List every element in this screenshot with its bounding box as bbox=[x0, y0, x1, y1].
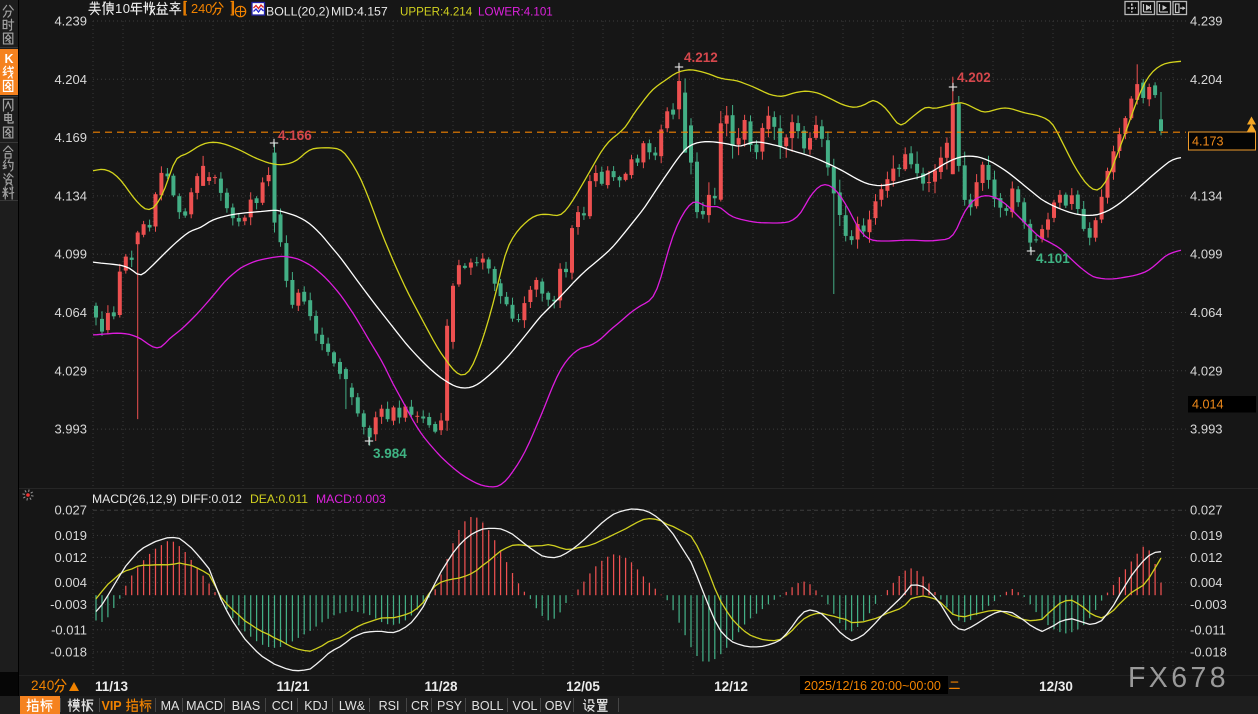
svg-text:RSI: RSI bbox=[379, 699, 400, 713]
svg-text:0.019: 0.019 bbox=[54, 528, 87, 543]
svg-text:4.173: 4.173 bbox=[1192, 135, 1224, 149]
svg-text:3.993: 3.993 bbox=[1190, 422, 1223, 437]
svg-text:0: 0 bbox=[123, 1, 130, 16]
svg-text:0.019: 0.019 bbox=[1190, 528, 1223, 543]
svg-text:0.012: 0.012 bbox=[1190, 550, 1223, 565]
svg-text:VIP: VIP bbox=[102, 699, 122, 713]
svg-text:KDJ: KDJ bbox=[304, 699, 328, 713]
svg-text:BIAS: BIAS bbox=[232, 699, 261, 713]
svg-text:4.101: 4.101 bbox=[1036, 251, 1070, 266]
svg-text:4.014: 4.014 bbox=[1192, 398, 1224, 412]
svg-text:4.204: 4.204 bbox=[1190, 72, 1223, 87]
svg-text:12/12: 12/12 bbox=[714, 679, 748, 694]
svg-text:VOL: VOL bbox=[512, 699, 537, 713]
svg-text:11/21: 11/21 bbox=[276, 679, 310, 694]
svg-text:4.169: 4.169 bbox=[54, 130, 87, 145]
svg-text:LW&: LW& bbox=[339, 699, 366, 713]
svg-text:MACD: MACD bbox=[186, 699, 223, 713]
svg-text:4.064: 4.064 bbox=[1190, 305, 1223, 320]
svg-text:3.984: 3.984 bbox=[373, 446, 407, 461]
svg-text:11/28: 11/28 bbox=[424, 679, 458, 694]
svg-text:4.134: 4.134 bbox=[54, 188, 87, 203]
svg-text:4.239: 4.239 bbox=[1190, 14, 1223, 29]
svg-text:4.099: 4.099 bbox=[1190, 247, 1223, 262]
svg-text:-0.018: -0.018 bbox=[50, 644, 87, 659]
svg-text:MID:4.157: MID:4.157 bbox=[331, 5, 388, 19]
svg-text:-0.003: -0.003 bbox=[50, 597, 87, 612]
svg-text:3.993: 3.993 bbox=[54, 422, 87, 437]
svg-text:4.166: 4.166 bbox=[278, 128, 312, 143]
svg-text:BOLL(20,2): BOLL(20,2) bbox=[266, 5, 330, 19]
svg-text:0.004: 0.004 bbox=[1190, 575, 1223, 590]
svg-text:4.134: 4.134 bbox=[1190, 188, 1223, 203]
svg-text:K: K bbox=[4, 52, 13, 66]
svg-text:MACD:0.003: MACD:0.003 bbox=[316, 492, 386, 506]
svg-text:DIFF:0.012: DIFF:0.012 bbox=[181, 492, 242, 506]
svg-text:0.004: 0.004 bbox=[54, 575, 87, 590]
svg-text:-0.018: -0.018 bbox=[1190, 644, 1227, 659]
svg-text:DEA:0.011: DEA:0.011 bbox=[250, 492, 308, 506]
svg-text:LOWER:4.101: LOWER:4.101 bbox=[478, 6, 553, 19]
svg-text:240: 240 bbox=[191, 1, 212, 16]
svg-text:4.204: 4.204 bbox=[54, 72, 87, 87]
svg-text:2: 2 bbox=[31, 678, 39, 693]
svg-text:CCI: CCI bbox=[272, 699, 294, 713]
svg-text:12/05: 12/05 bbox=[566, 679, 600, 694]
svg-text:1: 1 bbox=[115, 1, 122, 16]
svg-text:4.202: 4.202 bbox=[957, 70, 991, 85]
svg-text:4.212: 4.212 bbox=[684, 50, 718, 65]
svg-text:MA: MA bbox=[161, 699, 180, 713]
svg-text:2025/12/16 20:00~00:00: 2025/12/16 20:00~00:00 bbox=[804, 679, 941, 693]
svg-text:4.239: 4.239 bbox=[54, 14, 87, 29]
svg-text:0.012: 0.012 bbox=[54, 550, 87, 565]
svg-text:CR: CR bbox=[411, 699, 429, 713]
svg-text:4.029: 4.029 bbox=[1190, 363, 1223, 378]
svg-text:MACD(26,12,9): MACD(26,12,9) bbox=[92, 492, 177, 506]
svg-text:4.099: 4.099 bbox=[54, 247, 87, 262]
svg-text:0.027: 0.027 bbox=[54, 503, 87, 518]
svg-text:-0.011: -0.011 bbox=[51, 622, 87, 637]
svg-text:0: 0 bbox=[47, 678, 55, 693]
svg-text:FX678: FX678 bbox=[1128, 662, 1229, 694]
svg-text:BOLL: BOLL bbox=[472, 699, 504, 713]
svg-text:UPPER:4.214: UPPER:4.214 bbox=[400, 6, 473, 19]
svg-text:4: 4 bbox=[39, 678, 47, 693]
svg-text:-0.011: -0.011 bbox=[1190, 622, 1226, 637]
svg-text:-0.003: -0.003 bbox=[1190, 597, 1227, 612]
svg-text:PSY: PSY bbox=[437, 699, 463, 713]
svg-text:4.064: 4.064 bbox=[54, 305, 87, 320]
svg-text:0.027: 0.027 bbox=[1190, 503, 1223, 518]
svg-text:4.029: 4.029 bbox=[54, 363, 87, 378]
svg-text:11/13: 11/13 bbox=[95, 679, 129, 694]
svg-text:OBV: OBV bbox=[545, 699, 572, 713]
svg-text:12/30: 12/30 bbox=[1039, 679, 1073, 694]
